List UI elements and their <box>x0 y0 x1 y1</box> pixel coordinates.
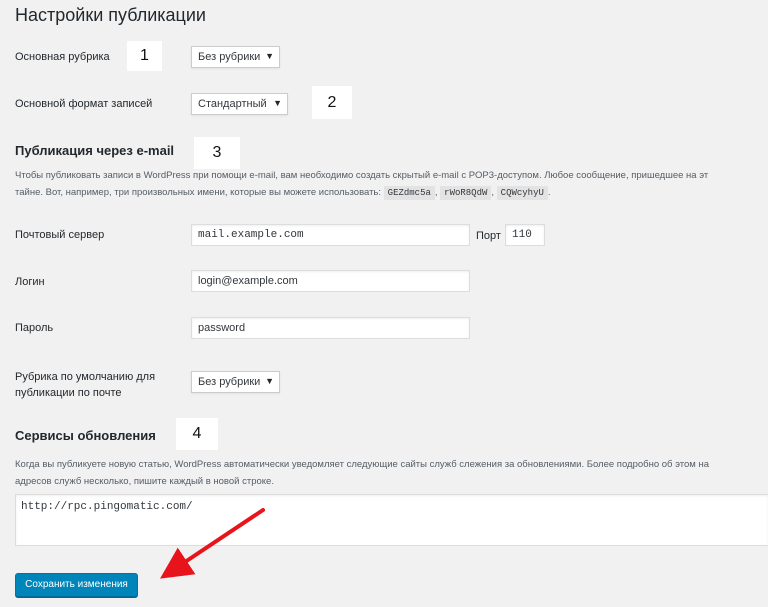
chevron-down-icon: ▼ <box>273 98 282 108</box>
mail-server-label: Почтовый сервер <box>15 229 105 241</box>
random-name-1: GEZdmc5a <box>383 186 435 200</box>
random-name-2: rWoR8QdW <box>440 186 492 200</box>
separator: , <box>491 187 495 198</box>
post-via-email-heading: Публикация через e-mail <box>15 143 175 158</box>
description-line: Когда вы публикуете новую статью, WordPr… <box>15 459 709 470</box>
default-category-select[interactable]: Без рубрики ▼ <box>191 46 280 68</box>
mail-category-label: Рубрика по умолчанию для публикации по п… <box>15 369 155 401</box>
annotation-number-3: 3 <box>194 137 240 169</box>
mail-category-select[interactable]: Без рубрики ▼ <box>191 371 280 393</box>
password-input[interactable]: password <box>191 317 470 339</box>
post-via-email-description: Чтобы публиковать записи в WordPress при… <box>15 167 768 202</box>
chevron-down-icon: ▼ <box>265 51 274 61</box>
description-text: тайне. Вот, например, три произвольных и… <box>15 187 382 198</box>
random-name-3: CQWcyhyU <box>496 186 548 200</box>
red-arrow-icon <box>160 508 265 579</box>
description-line: адресов служб несколько, пишите каждый в… <box>15 476 274 487</box>
default-format-value: Стандартный <box>198 98 267 110</box>
port-label: Порт <box>476 230 501 242</box>
default-category-label: Основная рубрика <box>15 51 110 63</box>
login-label: Логин <box>15 276 45 288</box>
description-line: тайне. Вот, например, три произвольных и… <box>15 184 768 202</box>
save-changes-button[interactable]: Сохранить изменения <box>15 573 138 597</box>
update-services-heading: Сервисы обновления <box>15 428 156 443</box>
login-input[interactable]: login@example.com <box>191 270 470 292</box>
description-line: Чтобы публиковать записи в WordPress при… <box>15 170 709 181</box>
default-format-label: Основной формат записей <box>15 98 153 110</box>
default-category-value: Без рубрики <box>198 51 261 63</box>
page-title: Настройки публикации <box>15 5 206 25</box>
annotation-number-2: 2 <box>312 86 352 119</box>
update-services-description: Когда вы публикуете новую статью, WordPr… <box>15 456 768 490</box>
annotation-number-4: 4 <box>176 418 218 450</box>
ping-sites-textarea[interactable]: http://rpc.pingomatic.com/ <box>15 494 768 546</box>
chevron-down-icon: ▼ <box>265 376 274 386</box>
mail-category-label-line: публикации по почте <box>15 387 122 399</box>
port-input[interactable]: 110 <box>505 224 545 246</box>
default-format-select[interactable]: Стандартный ▼ <box>191 93 288 115</box>
password-label: Пароль <box>15 322 54 334</box>
mail-server-input[interactable]: mail.example.com <box>191 224 470 246</box>
separator: , <box>434 187 438 198</box>
mail-category-label-line: Рубрика по умолчанию для <box>15 371 156 383</box>
mail-category-value: Без рубрики <box>198 376 261 388</box>
end-punct: . <box>547 187 551 198</box>
annotation-number-1: 1 <box>127 41 162 71</box>
